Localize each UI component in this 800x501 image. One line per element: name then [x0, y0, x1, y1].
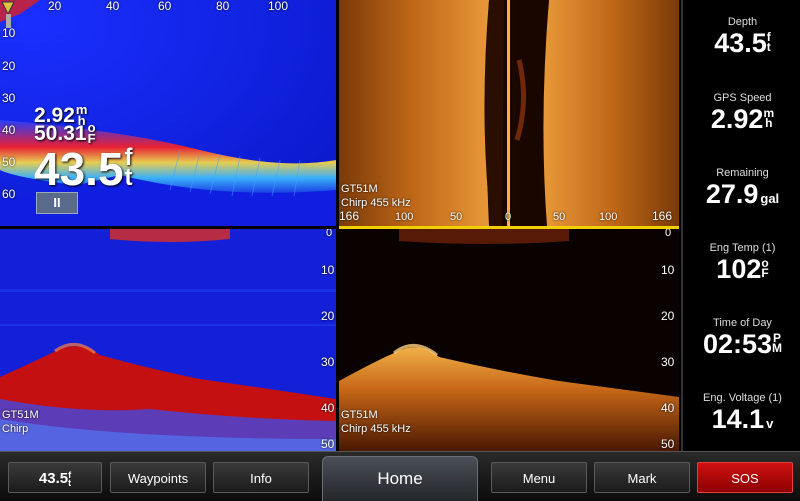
- depth-tick: 40: [2, 123, 16, 137]
- data-field-gps-speed[interactable]: GPS Speed 2.92m h: [683, 92, 800, 134]
- data-field-depth[interactable]: Depth 43.5f t: [683, 16, 800, 58]
- data-field-time-of-day[interactable]: Time of Day 02:53P M: [683, 317, 800, 359]
- scale-tick: 100: [395, 211, 414, 223]
- depth-tick: 40: [321, 401, 335, 415]
- scale-tick: 166: [652, 209, 673, 223]
- depth-tick: 30: [661, 355, 675, 369]
- info-button[interactable]: Info: [213, 462, 309, 493]
- transducer-flag-icon: [1, 1, 15, 28]
- pane-divider: [0, 226, 339, 229]
- depth-tick: 30: [321, 355, 335, 369]
- depth-overlay: 43.5f t: [34, 143, 133, 195]
- range-tick: 100: [268, 0, 289, 13]
- chirp-model-label: GT51M: [2, 409, 39, 421]
- data-field-fuel-remaining[interactable]: Remaining 27.9 gal: [683, 167, 800, 214]
- pause-button[interactable]: II: [36, 192, 78, 214]
- sos-button[interactable]: SOS: [697, 462, 793, 493]
- depth-tick: 0: [326, 229, 333, 239]
- sidevu-pane[interactable]: GT51M Chirp 455 kHz 166 100 50 0 50 100 …: [339, 0, 679, 226]
- scale-tick: 0: [505, 211, 512, 223]
- depth-tick: 50: [2, 155, 16, 169]
- downvu-mode-label: Chirp 455 kHz: [341, 423, 411, 435]
- bottom-bar: 43.5f t Waypoints Info Home Menu Mark SOS: [0, 451, 800, 501]
- depth-tick: 20: [661, 309, 675, 323]
- range-tick: 20: [48, 0, 62, 13]
- depth-tick: 10: [661, 263, 675, 277]
- depth-tick: 40: [661, 401, 675, 415]
- downvu-model-label: GT51M: [341, 409, 378, 421]
- mark-button[interactable]: Mark: [594, 462, 690, 493]
- traditional-sonar-pane[interactable]: 20 40 60 80 100 10 20 30 40 50 60 2.92m h…: [0, 0, 336, 226]
- downvu-image: [339, 229, 679, 451]
- chirp-sonar-image: [0, 229, 336, 451]
- active-pane-divider: [339, 226, 679, 229]
- depth-tick: 20: [2, 59, 16, 73]
- range-tick: 40: [106, 0, 120, 13]
- sidevu-image: [339, 0, 679, 226]
- data-field-engine-temp[interactable]: Eng Temp (1) 102o F: [683, 242, 800, 284]
- depth-tick: 60: [2, 187, 16, 201]
- chirp-sonar-pane[interactable]: 0 10 20 30 40 50 GT51M Chirp: [0, 229, 336, 451]
- chirp-mode-label: Chirp: [2, 423, 29, 435]
- waypoints-button[interactable]: Waypoints: [110, 462, 206, 493]
- scale-tick: 50: [553, 211, 566, 223]
- scale-tick: 50: [450, 211, 463, 223]
- depth-tick: 50: [321, 437, 335, 451]
- sidevu-model-label: GT51M: [341, 183, 378, 195]
- depth-tick: 50: [661, 437, 675, 451]
- home-button[interactable]: Home: [322, 456, 478, 501]
- data-field-engine-voltage[interactable]: Eng. Voltage (1) 14.1 v: [683, 392, 800, 439]
- scale-tick: 166: [339, 209, 360, 223]
- data-panel: Depth 43.5f t GPS Speed 2.92m h Remaining …: [681, 0, 800, 451]
- depth-quick-button[interactable]: 43.5f t: [8, 462, 102, 493]
- menu-button[interactable]: Menu: [491, 462, 587, 493]
- depth-tick: 30: [2, 91, 16, 105]
- sidevu-mode-label: Chirp 455 kHz: [341, 197, 411, 209]
- depth-tick: 10: [321, 263, 335, 277]
- scale-tick: 100: [599, 211, 618, 223]
- range-tick: 80: [216, 0, 230, 13]
- depth-tick: 0: [665, 229, 672, 239]
- range-tick: 60: [158, 0, 172, 13]
- downvu-pane[interactable]: 0 10 20 30 40 50 GT51M Chirp 455 kHz: [339, 229, 679, 451]
- depth-tick: 20: [321, 309, 335, 323]
